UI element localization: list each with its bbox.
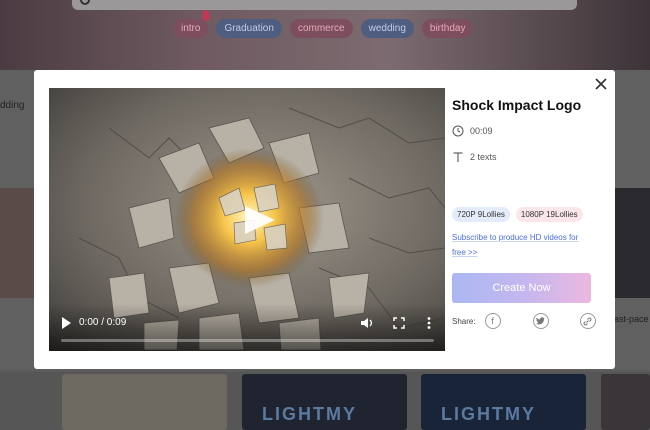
price-720p-badge: 720P 9Lollies — [452, 207, 510, 222]
tag-intro[interactable]: intro — [173, 19, 209, 38]
price-badges: 720P 9Lollies 1080P 19Lollies — [452, 207, 602, 222]
text-icon — [452, 151, 464, 163]
duration-row: 00:09 — [452, 125, 602, 137]
link-icon[interactable] — [579, 313, 596, 330]
share-label: Share: — [452, 316, 476, 326]
background-text-right: ast-pace — [614, 314, 649, 324]
texts-count: 2 texts — [470, 152, 497, 162]
video-controls: 0:00 / 0:09 — [49, 303, 445, 351]
create-now-button[interactable]: Create Now — [452, 273, 591, 304]
share-row: Share: f — [452, 313, 602, 330]
tag-wedding[interactable]: wedding — [360, 19, 414, 38]
twitter-icon[interactable] — [532, 313, 549, 330]
template-thumbnail[interactable] — [62, 374, 227, 430]
video-player[interactable]: 0:00 / 0:09 — [49, 88, 445, 351]
background-tag-list: intro Graduation commerce wedding birthd… — [173, 19, 474, 38]
template-preview-modal: 0:00 / 0:09 Shock Impact Logo 00:09 2 te… — [34, 70, 615, 369]
clock-icon — [452, 125, 464, 137]
background-card-right — [615, 188, 650, 298]
template-thumbnail[interactable] — [601, 374, 650, 430]
video-time: 0:00 / 0:09 — [79, 317, 127, 328]
tag-commerce[interactable]: commerce — [289, 19, 353, 38]
subscribe-link[interactable]: Subscribe to produce HD videos for free … — [452, 230, 592, 260]
template-info-panel: Shock Impact Logo 00:09 2 texts 720P 9Lo… — [452, 88, 602, 330]
background-card-left — [0, 188, 34, 298]
background-text-left: dding — [0, 100, 25, 111]
tag-graduation[interactable]: Graduation — [216, 19, 282, 38]
fullscreen-icon[interactable] — [392, 316, 406, 330]
play-icon[interactable] — [59, 316, 73, 330]
thumbnail-text: LIGHTMY — [441, 404, 536, 424]
more-options-icon[interactable] — [424, 316, 434, 330]
facebook-icon[interactable]: f — [484, 313, 501, 330]
duration-value: 00:09 — [470, 126, 493, 136]
template-title: Shock Impact Logo — [452, 97, 582, 113]
texts-row: 2 texts — [452, 151, 602, 163]
video-progress-bar[interactable] — [61, 339, 434, 342]
thumbnail-text: LIGHTMY — [262, 404, 357, 424]
tag-birthday[interactable]: birthday — [421, 19, 474, 38]
volume-icon[interactable] — [360, 316, 374, 330]
price-1080p-badge: 1080P 19Lollies — [515, 207, 583, 222]
background-search-bar — [72, 0, 577, 10]
